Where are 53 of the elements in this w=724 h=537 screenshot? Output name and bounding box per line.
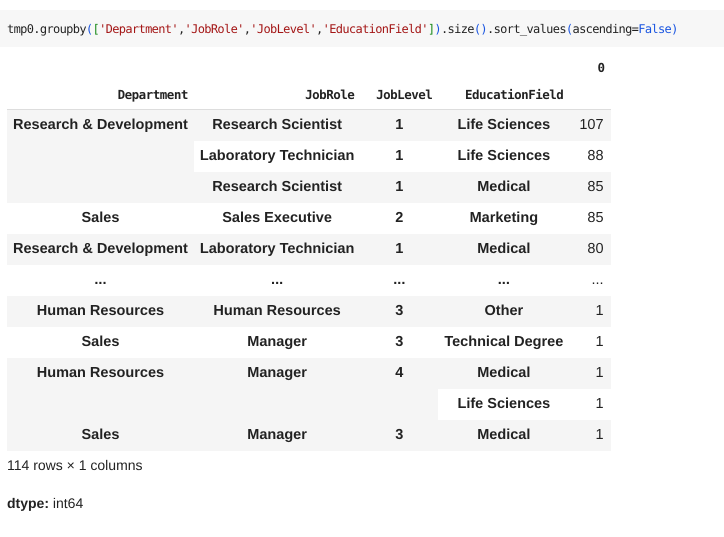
- index-cell: ...: [360, 265, 438, 296]
- index-cell: 1: [360, 172, 438, 203]
- index-cell: 3: [360, 327, 438, 358]
- value-cell: 85: [569, 203, 611, 234]
- dtype-text: dtype: int64: [7, 495, 84, 511]
- value-cell: 1: [569, 420, 611, 451]
- index-cell: Life Sciences: [438, 141, 570, 172]
- index-cell: Manager: [194, 358, 360, 420]
- index-cell: Sales: [7, 203, 194, 234]
- index-cell: Laboratory Technician: [194, 141, 360, 172]
- index-cell: Sales: [7, 327, 194, 358]
- index-cell: 2: [360, 203, 438, 234]
- index-cell: Medical: [438, 234, 570, 265]
- index-cell: Medical: [438, 358, 570, 389]
- index-cell: Manager: [194, 420, 360, 451]
- index-cell: ...: [438, 265, 570, 296]
- index-cell: Other: [438, 296, 570, 327]
- index-cell: 3: [360, 296, 438, 327]
- index-cell: Research Scientist: [194, 110, 360, 141]
- index-cell: Research & Development: [7, 234, 194, 265]
- value-cell: 1: [569, 327, 611, 358]
- value-cell: ...: [569, 265, 611, 296]
- index-cell: Medical: [438, 420, 570, 451]
- value-cell: 1: [569, 358, 611, 389]
- index-cell: Marketing: [438, 203, 570, 234]
- index-cell: 1: [360, 110, 438, 141]
- index-cell: 1: [360, 234, 438, 265]
- index-cell: Research Scientist: [194, 172, 360, 203]
- index-cell: Human Resources: [7, 358, 194, 420]
- index-cell: Sales Executive: [194, 203, 360, 234]
- index-cell: Human Resources: [194, 296, 360, 327]
- index-cell: Life Sciences: [438, 110, 570, 141]
- value-cell: 1: [569, 389, 611, 420]
- column-header: 0: [596, 58, 606, 76]
- value-cell: 107: [569, 110, 611, 141]
- index-cell: Human Resources: [7, 296, 194, 327]
- shape-text: 114 rows × 1 columns: [7, 457, 144, 473]
- index-cell: Research & Development: [7, 110, 194, 203]
- index-cell: Medical: [438, 172, 570, 203]
- index-cell: Life Sciences: [438, 389, 570, 420]
- index-cell: Technical Degree: [438, 327, 570, 358]
- index-cell: Laboratory Technician: [194, 234, 360, 265]
- index-cell: Sales: [7, 420, 194, 451]
- value-cell: 88: [569, 141, 611, 172]
- index-cell: ...: [7, 265, 194, 296]
- index-cell: 4: [360, 358, 438, 420]
- value-cell: 80: [569, 234, 611, 265]
- index-cell: 1: [360, 141, 438, 172]
- index-cell: Manager: [194, 327, 360, 358]
- value-cell: 85: [569, 172, 611, 203]
- index-cell: 3: [360, 420, 438, 451]
- index-cell: ...: [194, 265, 360, 296]
- value-cell: 1: [569, 296, 611, 327]
